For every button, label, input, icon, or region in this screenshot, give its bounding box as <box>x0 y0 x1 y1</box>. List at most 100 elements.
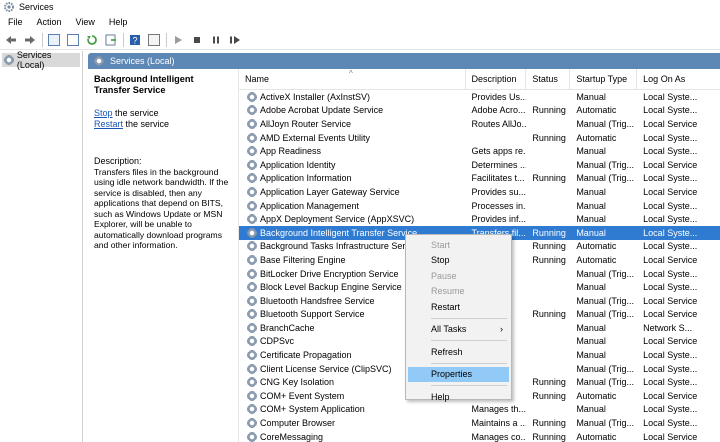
description-pane: Background Intelligent Transfer Service … <box>88 69 238 442</box>
column-header-description[interactable]: Description <box>466 69 527 89</box>
service-name-cell: Adobe Acrobat Update Service <box>239 105 466 116</box>
selected-service-name: Background Intelligent Transfer Service <box>94 74 194 95</box>
context-menu-resume[interactable]: Resume <box>406 284 511 300</box>
service-name-cell: Computer Browser <box>239 418 466 429</box>
context-menu-all-tasks[interactable]: All Tasks › <box>406 322 511 338</box>
column-header-log-on-as[interactable]: Log On As <box>637 69 720 89</box>
service-startup-type-cell: Manual (Trig... <box>576 295 634 306</box>
refresh-icon[interactable] <box>85 33 99 47</box>
table-row[interactable]: App Readiness Gets apps re... Manual Local … <box>239 144 720 158</box>
service-startup-type-cell: Automatic <box>576 241 617 252</box>
service-gear-icon <box>247 159 257 170</box>
table-row[interactable]: Application Identity Determines ... Manual… <box>239 158 720 172</box>
service-description-cell: Provides Us... <box>471 91 527 102</box>
context-menu-pause[interactable]: Pause <box>406 268 511 284</box>
menu-action[interactable]: Action <box>30 17 69 27</box>
column-header-startup-type[interactable]: Startup Type <box>570 69 638 89</box>
context-menu-separator <box>431 362 507 364</box>
service-log-on-as-cell: Local Service <box>643 309 698 320</box>
service-name-text: BranchCache <box>260 322 315 333</box>
service-gear-icon <box>247 336 257 347</box>
service-name-text: Bluetooth Handsfree Service <box>260 295 375 306</box>
show-hide-tree-icon[interactable] <box>47 33 61 47</box>
service-log-on-as-cell: Local Syste... <box>643 132 698 143</box>
context-menu-stop[interactable]: Stop <box>406 253 511 269</box>
service-name-text: COM+ System Application <box>260 404 365 415</box>
back-icon[interactable] <box>4 33 18 47</box>
restart-service-link[interactable]: Restart <box>94 119 123 129</box>
service-status-cell: Running <box>532 105 566 116</box>
table-row[interactable]: Adobe Acrobat Update Service Adobe Acro..… <box>239 104 720 118</box>
service-startup-type-cell: Manual <box>576 214 606 225</box>
service-log-on-as-cell: Local Service <box>643 295 698 306</box>
service-status-cell: Running <box>532 173 566 184</box>
service-gear-icon <box>247 404 257 415</box>
service-log-on-as-cell: Local Syste... <box>643 377 698 388</box>
service-startup-type-cell: Manual <box>576 336 606 347</box>
service-log-on-as-cell: Local Syste... <box>643 105 698 116</box>
service-name-text: CNG Key Isolation <box>260 377 335 388</box>
service-description-cell: Routes AllJo... <box>471 118 527 129</box>
service-name-text: Background Intelligent Transfer Service <box>260 227 418 238</box>
toolbar: ? <box>0 30 720 50</box>
restart-link-suffix: the service <box>123 119 170 129</box>
start-icon[interactable] <box>171 33 185 47</box>
service-name-cell: Application Identity <box>239 159 466 170</box>
column-header-name[interactable]: Name <box>239 69 466 89</box>
context-menu-help[interactable]: Help <box>406 389 511 405</box>
table-row[interactable]: Computer Browser Maintains a ... Running Ma… <box>239 416 720 430</box>
context-menu-start[interactable]: Start <box>406 237 511 253</box>
table-row[interactable]: Application Layer Gateway Service Provide… <box>239 185 720 199</box>
context-menu-refresh[interactable]: Refresh <box>406 344 511 360</box>
menu-bar: File Action View Help <box>0 14 720 30</box>
service-gear-icon <box>247 418 257 429</box>
help-icon[interactable]: ? <box>128 33 142 47</box>
console-icon[interactable] <box>147 33 161 47</box>
table-row[interactable]: Application Management Processes in... Man… <box>239 199 720 213</box>
service-name-cell: CoreMessaging <box>239 431 466 442</box>
service-description-cell: Maintains a ... <box>471 418 527 429</box>
all-tasks-label: All Tasks <box>431 324 467 335</box>
table-row[interactable]: ActiveX Installer (AxInstSV) Provides Us.… <box>239 90 720 104</box>
service-log-on-as-cell: Local Syste... <box>643 241 698 252</box>
console-tree: Services (Local) <box>0 50 83 442</box>
export-icon[interactable] <box>104 33 118 47</box>
table-row[interactable]: CoreMessaging Manages co... Running Automat… <box>239 430 720 442</box>
stop-icon[interactable] <box>190 33 204 47</box>
service-startup-type-cell: Automatic <box>576 431 617 442</box>
pause-icon[interactable] <box>209 33 223 47</box>
service-log-on-as-cell: Local Syste... <box>643 173 698 184</box>
table-row[interactable]: AllJoyn Router Service Routes AllJo... Man… <box>239 117 720 131</box>
context-menu-restart[interactable]: Restart <box>406 299 511 315</box>
service-status-cell: Running <box>532 132 566 143</box>
service-startup-type-cell: Automatic <box>576 105 617 116</box>
service-name-text: App Readiness <box>260 146 322 157</box>
service-log-on-as-cell: Local Service <box>643 118 698 129</box>
services-gear-icon <box>4 2 14 12</box>
window-title: Services <box>19 2 54 12</box>
service-startup-type-cell: Manual <box>576 146 606 157</box>
stop-service-link[interactable]: Stop <box>94 108 113 118</box>
menu-file[interactable]: File <box>0 17 30 27</box>
service-status-cell: Running <box>532 227 566 238</box>
column-header-status[interactable]: Status <box>526 69 571 89</box>
table-row[interactable]: Application Information Facilitates t... R… <box>239 172 720 186</box>
properties-icon[interactable] <box>66 33 80 47</box>
service-startup-type-cell: Manual (Trig... <box>576 173 634 184</box>
table-row[interactable]: COM+ System Application Manages th... Manu… <box>239 403 720 417</box>
service-log-on-as-cell: Local Syste... <box>643 418 698 429</box>
tree-item-services-local[interactable]: Services (Local) <box>2 50 80 70</box>
context-menu-properties[interactable]: Properties <box>408 366 509 382</box>
restart-icon[interactable] <box>228 33 242 47</box>
service-log-on-as-cell: Local Syste... <box>643 282 698 293</box>
service-gear-icon <box>247 241 257 252</box>
forward-icon[interactable] <box>23 33 37 47</box>
service-gear-icon <box>247 254 257 265</box>
table-row[interactable]: AppX Deployment Service (AppXSVC) Provide… <box>239 212 720 226</box>
service-log-on-as-cell: Local Syste... <box>643 227 698 238</box>
description-label: Description: <box>94 156 142 166</box>
menu-view[interactable]: View <box>69 17 102 27</box>
service-startup-type-cell: Automatic <box>576 390 617 401</box>
table-row[interactable]: AMD External Events Utility Running Automa… <box>239 131 720 145</box>
menu-help[interactable]: Help <box>102 17 135 27</box>
